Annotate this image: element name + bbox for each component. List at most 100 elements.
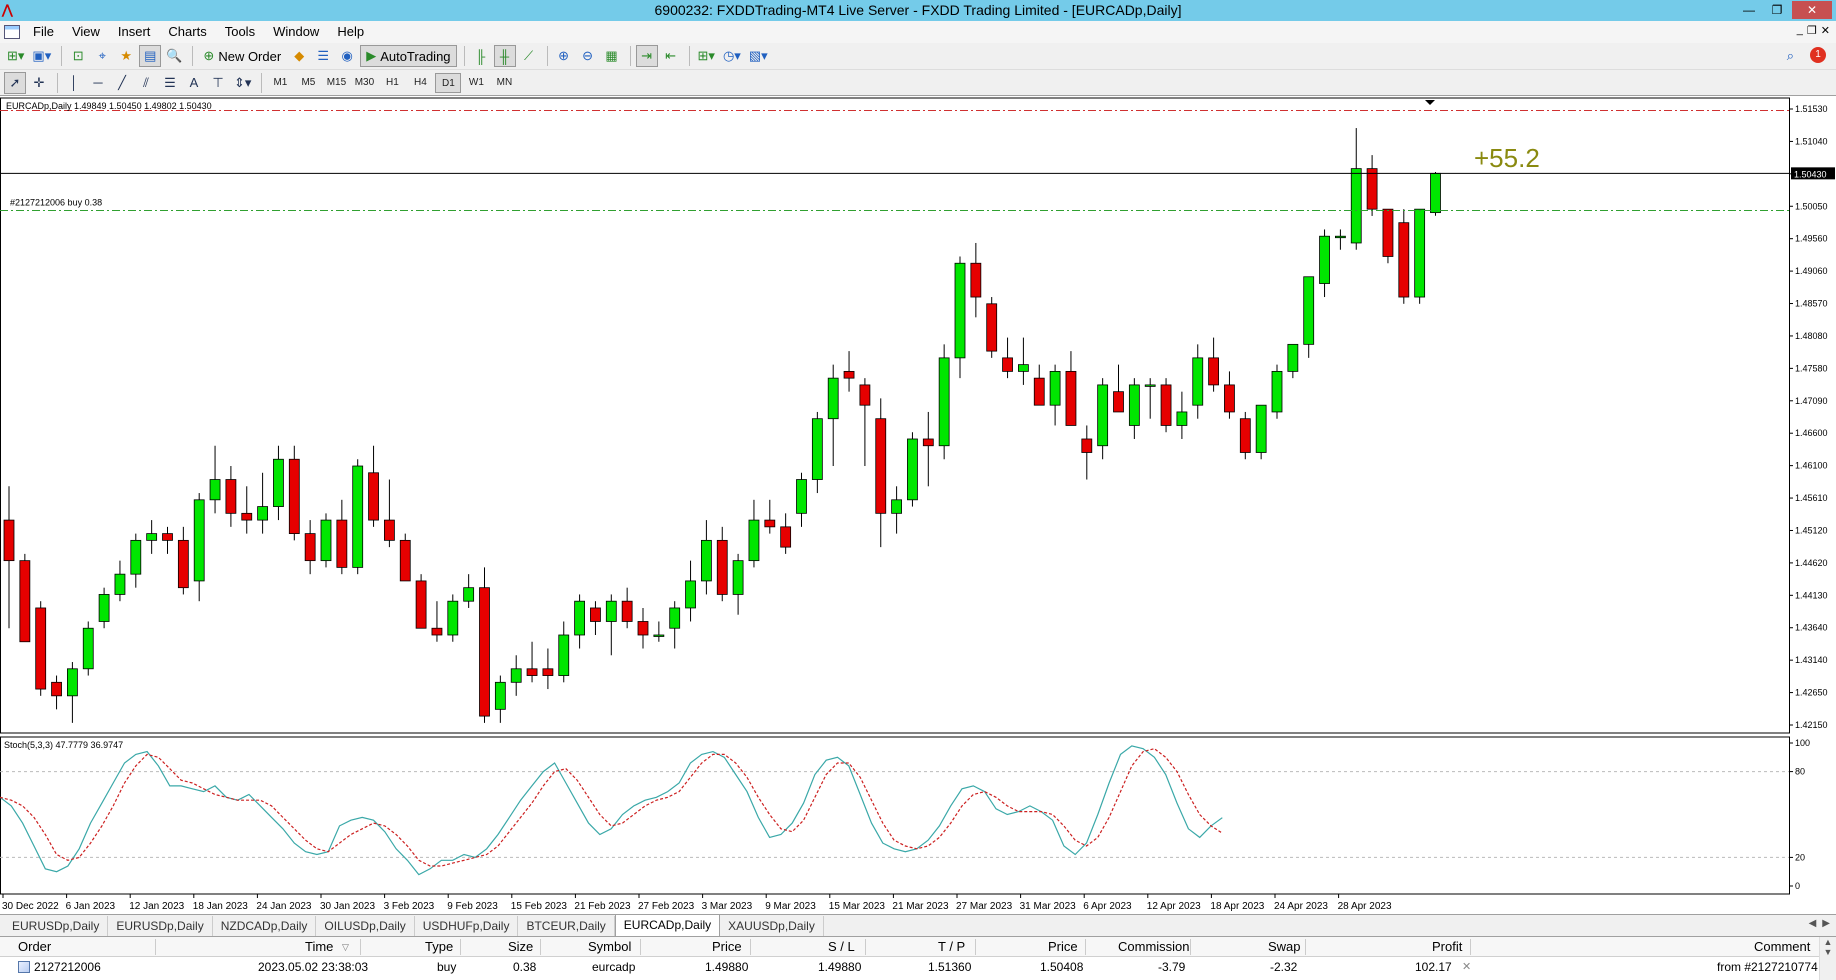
periods-icon[interactable]: ◷▾	[720, 45, 744, 67]
data-window-icon[interactable]: ⌖	[91, 45, 113, 67]
chart-tab-active[interactable]: EURCADp,Daily	[614, 914, 721, 936]
price-chart[interactable]: 1.515301.510401.505401.500501.495601.490…	[0, 97, 1836, 914]
col-type[interactable]: Type	[425, 937, 453, 957]
new-order-button[interactable]: ⊕ New Order	[198, 45, 286, 67]
col-order[interactable]: Order	[18, 937, 51, 957]
candle-body	[67, 668, 78, 697]
close-order-icon[interactable]: ✕	[1462, 957, 1471, 977]
order-label: #2127212006 buy 0.38	[10, 198, 102, 208]
menu-file[interactable]: File	[24, 21, 63, 43]
chart-tab[interactable]: OILUSDp,Daily	[316, 916, 415, 936]
chart-tab[interactable]: USDHUFp,Daily	[415, 916, 519, 936]
child-close-button[interactable]: ✕	[1821, 24, 1830, 37]
chart-tab[interactable]: EURUSDp,Daily	[108, 916, 213, 936]
document-icon[interactable]	[4, 25, 20, 39]
order-tp-cell[interactable]: 1.51360	[928, 957, 971, 977]
price-axis-label: 1.44620	[1795, 558, 1828, 568]
zoom-out-icon[interactable]: ⊖	[577, 45, 599, 67]
vertical-line-icon[interactable]: │	[63, 72, 85, 94]
crosshair-icon[interactable]: ✛	[28, 72, 50, 94]
menu-tools[interactable]: Tools	[216, 21, 264, 43]
menu-window[interactable]: Window	[264, 21, 328, 43]
candle-body	[1398, 222, 1410, 298]
zoom-in-icon[interactable]: ⊕	[553, 45, 575, 67]
autotrading-button[interactable]: ▶ AutoTrading	[360, 45, 457, 67]
navigator-icon[interactable]: ★	[115, 45, 137, 67]
minimize-button[interactable]: —	[1736, 1, 1762, 19]
cursor-icon[interactable]: ➚	[4, 71, 26, 94]
col-comment[interactable]: Comment	[1754, 937, 1810, 957]
timeframe-m5[interactable]: M5	[295, 73, 321, 93]
text-icon[interactable]: A	[183, 72, 205, 94]
candle-body	[51, 681, 62, 697]
col-symbol[interactable]: Symbol	[588, 937, 631, 957]
order-row[interactable]: 2127212006 2023.05.02 23:38:03 buy 0.38 …	[0, 957, 1836, 977]
menu-help[interactable]: Help	[328, 21, 373, 43]
chart-tab[interactable]: BTCEUR,Daily	[518, 916, 615, 936]
order-sl-cell[interactable]: 1.49880	[818, 957, 861, 977]
menu-insert[interactable]: Insert	[109, 21, 160, 43]
toolbar-separator	[688, 46, 690, 66]
metaeditor-icon[interactable]: ◆	[288, 45, 310, 67]
child-minimize-button[interactable]: _	[1797, 24, 1803, 37]
timeframe-h1[interactable]: H1	[379, 73, 405, 93]
candle-body	[685, 580, 696, 609]
auto-scroll-icon[interactable]: ⇥	[635, 45, 658, 67]
chart-tab[interactable]: EURUSDp,Daily	[4, 916, 109, 936]
arrows-icon[interactable]: ⇕▾	[231, 72, 254, 94]
channel-icon[interactable]: ⫽	[135, 72, 157, 94]
alerts-badge[interactable]: 1	[1810, 47, 1826, 63]
col-sl[interactable]: S / L	[828, 937, 855, 957]
col-price[interactable]: Price	[712, 937, 742, 957]
date-axis-label: 30 Jan 2023	[320, 901, 375, 912]
market-icon[interactable]: ◉	[336, 45, 358, 67]
scroll-down-icon[interactable]: ▼	[1820, 947, 1836, 957]
tile-windows-icon[interactable]: ▦	[601, 45, 623, 67]
timeframe-h4[interactable]: H4	[407, 73, 433, 93]
col-size[interactable]: Size	[508, 937, 533, 957]
col-current-price[interactable]: Price	[1048, 937, 1078, 957]
maximize-button[interactable]: ❐	[1764, 1, 1790, 19]
timeframe-m1[interactable]: M1	[267, 73, 293, 93]
menu-view[interactable]: View	[63, 21, 109, 43]
timeframe-w1[interactable]: W1	[463, 73, 489, 93]
timeframe-mn[interactable]: MN	[491, 73, 517, 93]
terminal-scrollbar[interactable]: ▲ ▼	[1819, 937, 1836, 980]
horizontal-line-icon[interactable]: ─	[87, 72, 109, 94]
chart-tab[interactable]: XAUUSDp,Daily	[720, 916, 824, 936]
tab-scroll-left-icon[interactable]: ◀	[1809, 918, 1817, 929]
indicators-icon[interactable]: ⊞▾	[695, 45, 718, 67]
signals-icon[interactable]: ☰	[312, 45, 334, 67]
timeframe-m15[interactable]: M15	[323, 73, 349, 93]
timeframe-d1[interactable]: D1	[435, 72, 462, 93]
menu-charts[interactable]: Charts	[159, 21, 215, 43]
chart-window[interactable]: 1.515301.510401.505401.500501.495601.490…	[0, 97, 1836, 914]
candle-body	[907, 438, 918, 501]
close-button[interactable]: ✕	[1792, 1, 1832, 19]
scroll-up-icon[interactable]: ▲	[1820, 937, 1836, 947]
text-label-icon[interactable]: ⊤	[207, 72, 229, 94]
chart-tab[interactable]: NZDCADp,Daily	[213, 916, 317, 936]
strategy-tester-icon[interactable]: 🔍	[163, 45, 185, 67]
terminal-icon[interactable]: ▤	[139, 45, 162, 67]
timeframe-m30[interactable]: M30	[351, 73, 377, 93]
chart-shift-icon[interactable]: ⇤	[660, 45, 682, 67]
col-profit[interactable]: Profit	[1432, 937, 1462, 957]
col-commission[interactable]: Commission	[1118, 937, 1190, 957]
child-restore-button[interactable]: ❐	[1807, 24, 1817, 37]
candlestick-icon[interactable]: ╫	[493, 45, 516, 67]
bar-chart-icon[interactable]: ╟	[470, 45, 492, 67]
col-swap[interactable]: Swap	[1268, 937, 1301, 957]
col-tp[interactable]: T / P	[938, 937, 965, 957]
tab-scroll-right-icon[interactable]: ▶	[1822, 918, 1830, 929]
templates-icon[interactable]: ▧▾	[746, 45, 771, 67]
line-chart-icon[interactable]: ⟋	[518, 45, 540, 67]
new-chart-icon[interactable]: ⊞▾	[4, 45, 27, 67]
search-icon[interactable]: ⌕	[1787, 48, 1794, 64]
col-time[interactable]: Time	[305, 937, 333, 957]
market-watch-icon[interactable]: ⊡	[67, 45, 89, 67]
profiles-icon[interactable]: ▣▾	[29, 45, 54, 67]
trendline-icon[interactable]: ╱	[111, 72, 133, 94]
fibonacci-icon[interactable]: ☰	[159, 72, 181, 94]
candle-body	[1414, 208, 1426, 298]
